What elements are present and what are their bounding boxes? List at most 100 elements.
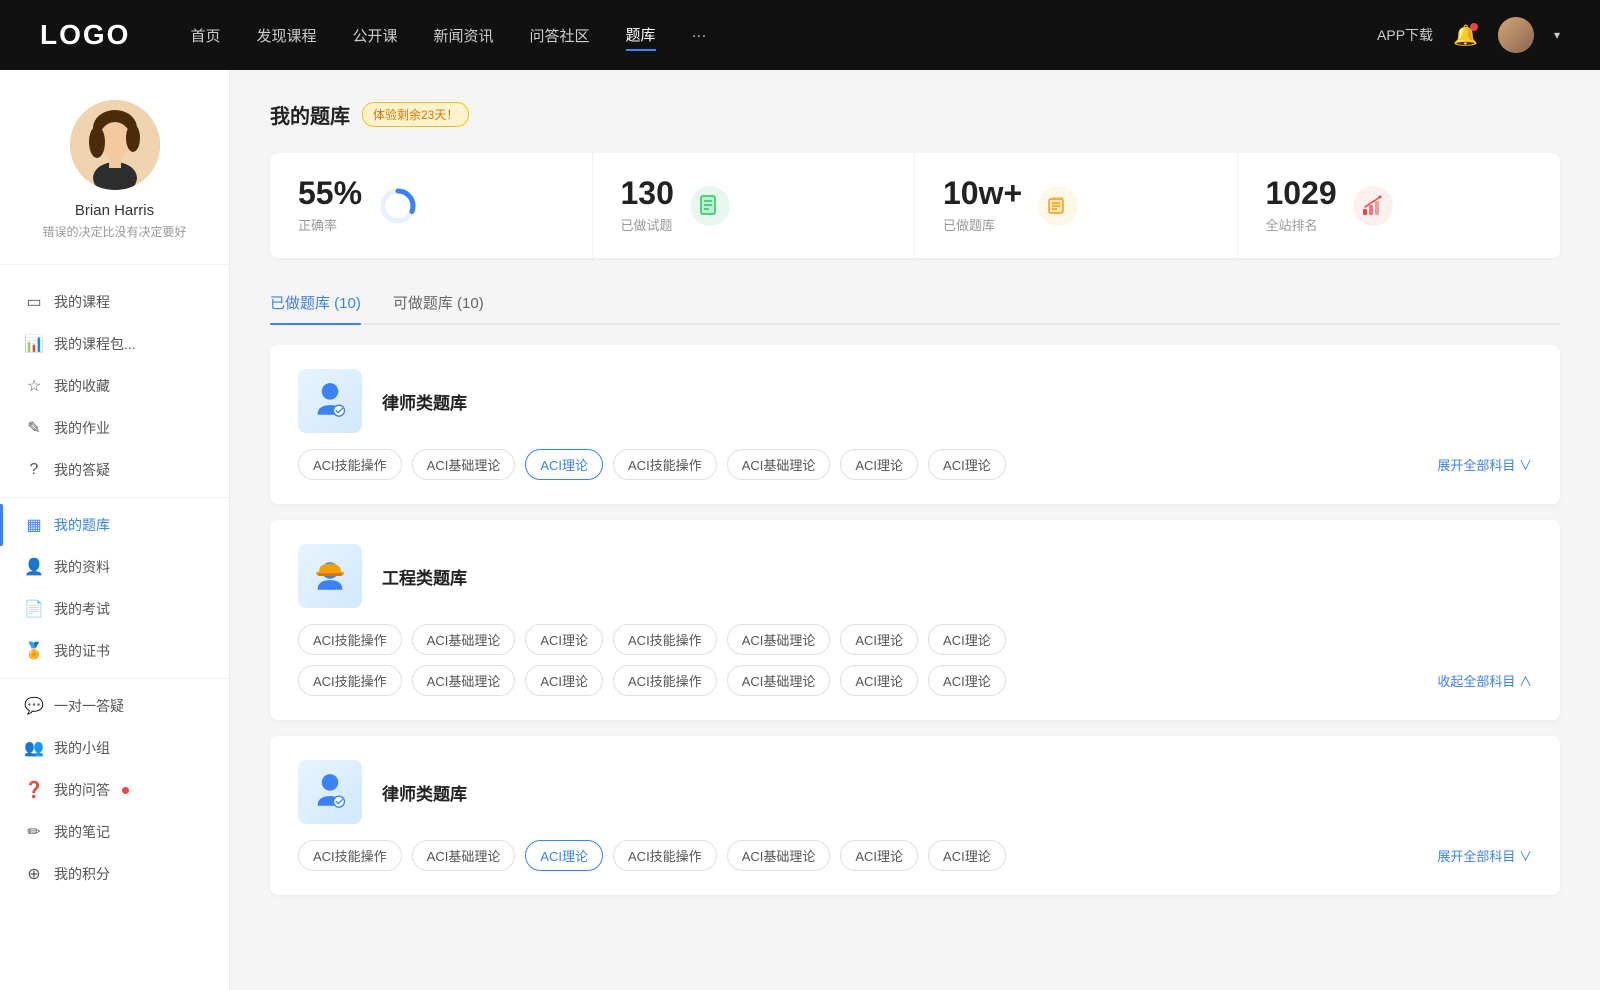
nav-discover[interactable]: 发现课程 [256, 21, 316, 50]
tag-5[interactable]: ACI理论 [840, 449, 918, 480]
sidebar-item-notes[interactable]: ✏ 我的笔记 [0, 811, 229, 853]
tag-r1-3[interactable]: ACI技能操作 [613, 624, 717, 655]
tag3-4[interactable]: ACI基础理论 [727, 840, 831, 871]
qbank-card-icon [298, 369, 362, 433]
sidebar-item-label: 我的笔记 [54, 822, 110, 842]
sidebar-item-group[interactable]: 👥 我的小组 [0, 727, 229, 769]
nav-open-course[interactable]: 公开课 [352, 21, 397, 50]
tag-r2-4[interactable]: ACI基础理论 [727, 665, 831, 696]
tag-r1-2[interactable]: ACI理论 [525, 624, 603, 655]
sidebar-item-label: 我的问答 [54, 780, 110, 800]
tag-r1-4[interactable]: ACI基础理论 [727, 624, 831, 655]
tag-r2-6[interactable]: ACI理论 [928, 665, 1006, 696]
nav-links: 首页 发现课程 公开课 新闻资讯 问答社区 题库 ··· [190, 20, 1377, 51]
sidebar-item-label: 我的收藏 [54, 376, 110, 396]
sidebar-divider-2 [0, 678, 229, 679]
sidebar-avatar [70, 100, 160, 190]
nav-news[interactable]: 新闻资讯 [434, 21, 494, 50]
sidebar-item-one-on-one[interactable]: 💬 一对一答疑 [0, 685, 229, 727]
tag-r2-2[interactable]: ACI理论 [525, 665, 603, 696]
nav-more[interactable]: ··· [692, 23, 707, 48]
stat-banks: 10w+ 已做题库 [915, 153, 1238, 258]
tag-4[interactable]: ACI基础理论 [727, 449, 831, 480]
profile-icon: 👤 [24, 557, 44, 577]
sidebar-item-label: 我的课程包... [54, 334, 136, 354]
tag-2[interactable]: ACI理论 [525, 449, 603, 480]
sidebar-item-course-package[interactable]: 📊 我的课程包... [0, 323, 229, 365]
banks-icon [1038, 186, 1078, 226]
sidebar-item-favorites[interactable]: ☆ 我的收藏 [0, 365, 229, 407]
sidebar-item-homework[interactable]: ✎ 我的作业 [0, 407, 229, 449]
sidebar-item-exam[interactable]: 📄 我的考试 [0, 588, 229, 630]
tag-r1-1[interactable]: ACI基础理论 [412, 624, 516, 655]
collapse-button[interactable]: 收起全部科目 ∧ [1437, 671, 1532, 690]
stat-banks-value: 10w+ [943, 177, 1022, 209]
expand-button-3[interactable]: 展开全部科目 ∨ [1437, 846, 1532, 865]
nav-home[interactable]: 首页 [190, 21, 220, 50]
expand-button[interactable]: 展开全部科目 ∨ [1437, 455, 1532, 474]
qbank-card-lawyer-2: 律师类题库 ACI技能操作 ACI基础理论 ACI理论 ACI技能操作 ACI基… [270, 736, 1560, 895]
notification-dot [1470, 23, 1478, 31]
notification-bell[interactable]: 🔔 [1453, 23, 1478, 48]
tag-6[interactable]: ACI理论 [928, 449, 1006, 480]
avatar-image [1498, 17, 1534, 53]
sidebar-item-label: 我的题库 [54, 515, 110, 535]
tab-done[interactable]: 已做题库 (10) [270, 282, 361, 323]
tag-0[interactable]: ACI技能操作 [298, 449, 402, 480]
sidebar-item-label: 我的证书 [54, 641, 110, 661]
nav-qa[interactable]: 问答社区 [530, 21, 590, 50]
sidebar-item-my-qa[interactable]: ❓ 我的问答 [0, 769, 229, 811]
tag3-0[interactable]: ACI技能操作 [298, 840, 402, 871]
tag-r2-0[interactable]: ACI技能操作 [298, 665, 402, 696]
tag-r2-5[interactable]: ACI理论 [840, 665, 918, 696]
qbank-card-header: 工程类题库 [298, 544, 1532, 608]
app-download-button[interactable]: APP下载 [1377, 25, 1433, 45]
questions-icon [690, 186, 730, 226]
tag3-2[interactable]: ACI理论 [525, 840, 603, 871]
tag3-5[interactable]: ACI理论 [840, 840, 918, 871]
tag3-6[interactable]: ACI理论 [928, 840, 1006, 871]
tag-r1-0[interactable]: ACI技能操作 [298, 624, 402, 655]
sidebar-item-points[interactable]: ⊕ 我的积分 [0, 853, 229, 895]
tag-1[interactable]: ACI基础理论 [412, 449, 516, 480]
qbank-card-icon [298, 760, 362, 824]
sidebar-item-certificate[interactable]: 🏅 我的证书 [0, 630, 229, 672]
sidebar-item-label: 我的资料 [54, 557, 110, 577]
avatar-svg [70, 100, 160, 190]
sidebar-item-label: 我的积分 [54, 864, 110, 884]
exam-icon: 📄 [24, 599, 44, 619]
stats-row: 55% 正确率 130 已做试题 [270, 153, 1560, 258]
qbank-tags-row2: ACI技能操作 ACI基础理论 ACI理论 ACI技能操作 ACI基础理论 AC… [298, 665, 1427, 696]
qbank-card-header: 律师类题库 [298, 760, 1532, 824]
sidebar-item-profile[interactable]: 👤 我的资料 [0, 546, 229, 588]
stat-questions-value: 130 [621, 177, 674, 209]
tag-r2-1[interactable]: ACI基础理论 [412, 665, 516, 696]
qbank-card-lawyer-1: 律师类题库 ACI技能操作 ACI基础理论 ACI理论 ACI技能操作 ACI基… [270, 345, 1560, 504]
profile-dropdown-arrow[interactable]: ▾ [1554, 28, 1560, 42]
sidebar-item-my-course[interactable]: ▭ 我的课程 [0, 281, 229, 323]
tag-r1-6[interactable]: ACI理论 [928, 624, 1006, 655]
tag-3[interactable]: ACI技能操作 [613, 449, 717, 480]
sidebar-item-qa[interactable]: ? 我的答疑 [0, 449, 229, 491]
tag-r1-5[interactable]: ACI理论 [840, 624, 918, 655]
sidebar-item-qbank[interactable]: ▦ 我的题库 [0, 504, 229, 546]
tag3-3[interactable]: ACI技能操作 [613, 840, 717, 871]
nav-qbank[interactable]: 题库 [626, 20, 656, 51]
qa-icon: ? [24, 461, 44, 479]
qbank-title: 工程类题库 [382, 564, 467, 589]
qbank-tags: ACI技能操作 ACI基础理论 ACI理论 ACI技能操作 ACI基础理论 AC… [298, 840, 1427, 871]
sidebar-item-label: 我的作业 [54, 418, 110, 438]
logo: LOGO [40, 19, 130, 51]
avatar[interactable] [1498, 17, 1534, 53]
stat-questions: 130 已做试题 [593, 153, 916, 258]
homework-icon: ✎ [24, 418, 44, 438]
one-on-one-icon: 💬 [24, 696, 44, 716]
tag3-1[interactable]: ACI基础理论 [412, 840, 516, 871]
tag-r2-3[interactable]: ACI技能操作 [613, 665, 717, 696]
my-qa-icon: ❓ [24, 780, 44, 800]
qbank-title: 律师类题库 [382, 389, 467, 414]
donut-svg [378, 186, 418, 226]
group-icon: 👥 [24, 738, 44, 758]
page-title-row: 我的题库 体验剩余23天！ [270, 100, 1560, 129]
tab-available[interactable]: 可做题库 (10) [393, 282, 484, 323]
